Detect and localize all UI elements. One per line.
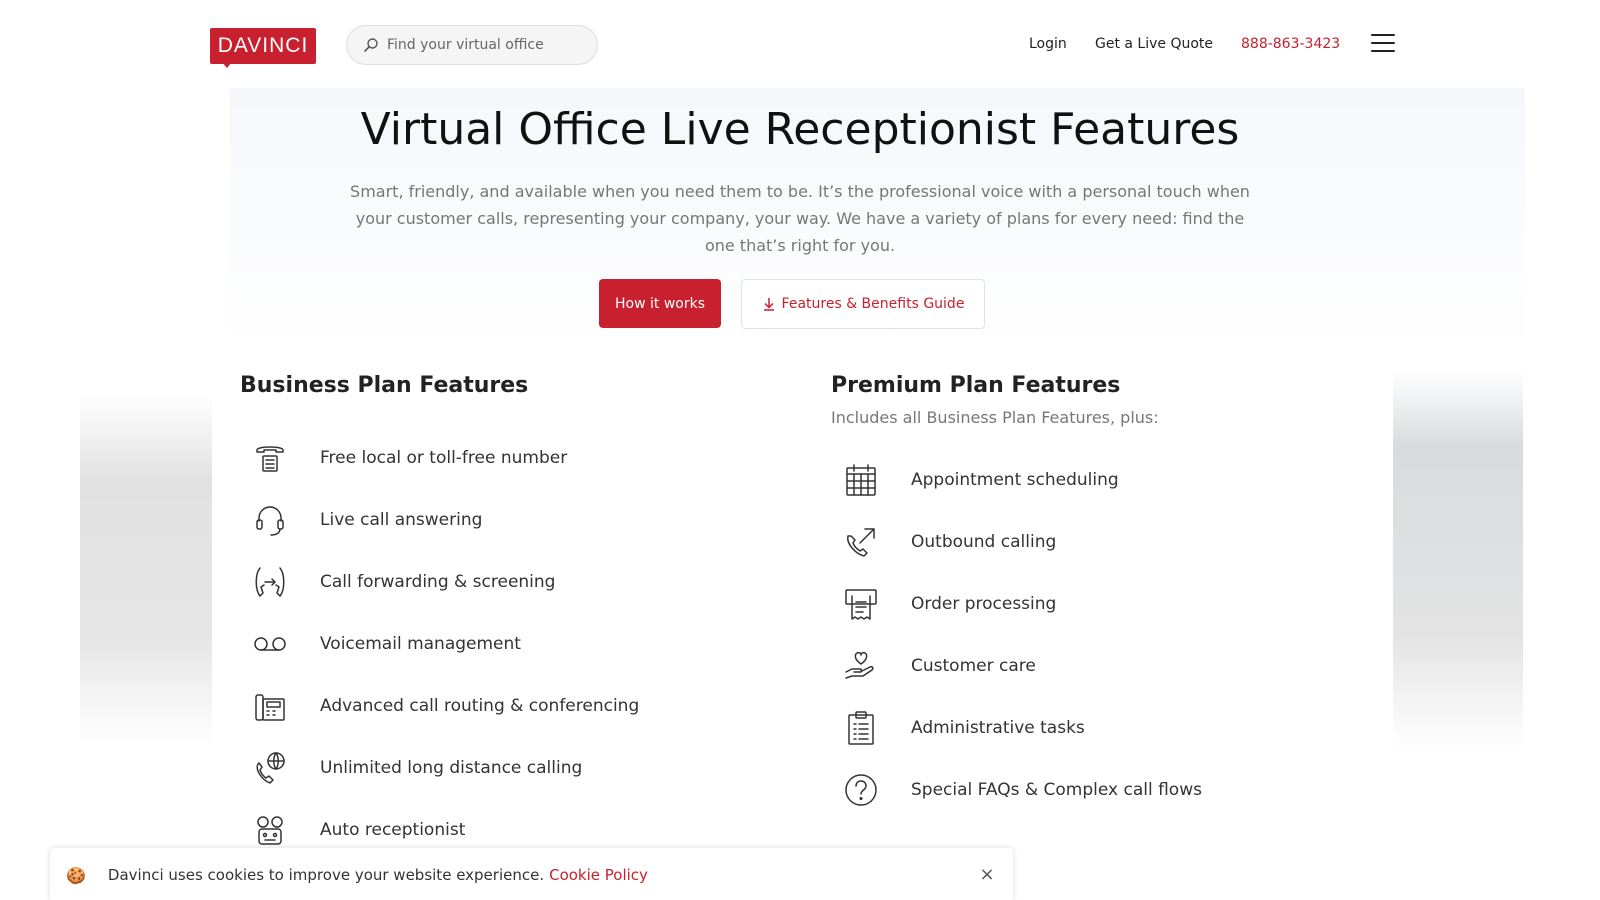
telephone-icon — [250, 438, 290, 478]
search-box[interactable] — [346, 25, 598, 65]
outbound-call-icon — [841, 522, 881, 562]
live-quote-link[interactable]: Get a Live Quote — [1095, 36, 1213, 52]
feature-item: Order processing — [841, 582, 1056, 626]
close-icon[interactable]: × — [977, 865, 997, 885]
feature-item: Advanced call routing & conferencing — [250, 684, 639, 728]
feature-item: Call forwarding & screening — [250, 560, 555, 604]
feature-item: Live call answering — [250, 498, 482, 542]
page-title: Virtual Office Live Receptionist Feature… — [360, 104, 1240, 155]
search-input[interactable] — [387, 37, 587, 53]
premium-plan-title: Premium Plan Features — [831, 373, 1121, 398]
features-guide-label: Features & Benefits Guide — [781, 296, 965, 312]
feature-item: Administrative tasks — [841, 706, 1085, 750]
premium-plan-subtitle: Includes all Business Plan Features, plu… — [831, 408, 1159, 427]
business-plan-title: Business Plan Features — [240, 373, 529, 398]
question-icon — [841, 770, 881, 810]
davinci-logo[interactable]: DAVINCI — [210, 28, 316, 64]
robot-icon — [250, 810, 290, 850]
phone-link[interactable]: 888-863-3423 — [1241, 36, 1340, 52]
cookie-policy-link[interactable]: Cookie Policy — [549, 866, 648, 884]
cookie-icon: 🍪 — [66, 865, 86, 885]
feature-label: Appointment scheduling — [911, 470, 1119, 490]
how-it-works-button[interactable]: How it works — [599, 279, 721, 328]
feature-label: Advanced call routing & conferencing — [320, 696, 640, 716]
city-image-right — [1393, 370, 1523, 750]
site-header: DAVINCI Login Get a Live Quote 888-863-3… — [0, 0, 1600, 88]
hero-subtitle: Smart, friendly, and available when you … — [350, 182, 1250, 255]
call-forward-icon — [250, 562, 290, 602]
feature-item: Special FAQs & Complex call flows — [841, 768, 1202, 812]
features-guide-button[interactable]: Features & Benefits Guide — [741, 279, 985, 329]
feature-label: Free local or toll-free number — [320, 448, 568, 468]
login-link[interactable]: Login — [1029, 36, 1067, 52]
feature-item: Voicemail management — [250, 622, 521, 666]
feature-label: Auto receptionist — [320, 820, 466, 840]
search-icon — [364, 38, 378, 52]
phone-globe-icon — [250, 748, 290, 788]
clipboard-icon — [841, 708, 881, 748]
headset-icon — [250, 500, 290, 540]
feature-item: Outbound calling — [841, 520, 1056, 564]
calendar-icon — [841, 460, 881, 500]
feature-label: Outbound calling — [911, 532, 1057, 552]
feature-label: Live call answering — [320, 510, 483, 530]
feature-label: Special FAQs & Complex call flows — [911, 780, 1202, 800]
feature-label: Customer care — [911, 656, 1036, 676]
feature-label: Call forwarding & screening — [320, 572, 556, 592]
logo-tail — [222, 62, 232, 68]
download-icon — [763, 298, 774, 311]
feature-label: Administrative tasks — [911, 718, 1085, 738]
feature-item: Unlimited long distance calling — [250, 746, 582, 790]
feature-label: Unlimited long distance calling — [320, 758, 583, 778]
feature-label: Order processing — [911, 594, 1057, 614]
city-image-left — [80, 395, 212, 745]
feature-item: Auto receptionist — [250, 808, 465, 852]
feature-item: Appointment scheduling — [841, 458, 1119, 502]
feature-label: Voicemail management — [320, 634, 521, 654]
feature-item: Customer care — [841, 644, 1036, 688]
hand-heart-icon — [841, 646, 881, 686]
cookie-banner: 🍪 Davinci uses cookies to improve your w… — [50, 848, 1013, 900]
cookie-text: Davinci uses cookies to improve your web… — [107, 866, 545, 884]
receipt-icon — [841, 584, 881, 624]
feature-item: Free local or toll-free number — [250, 436, 567, 480]
voicemail-icon — [250, 624, 290, 664]
desk-phone-icon — [250, 686, 290, 726]
menu-icon[interactable] — [1371, 34, 1395, 54]
